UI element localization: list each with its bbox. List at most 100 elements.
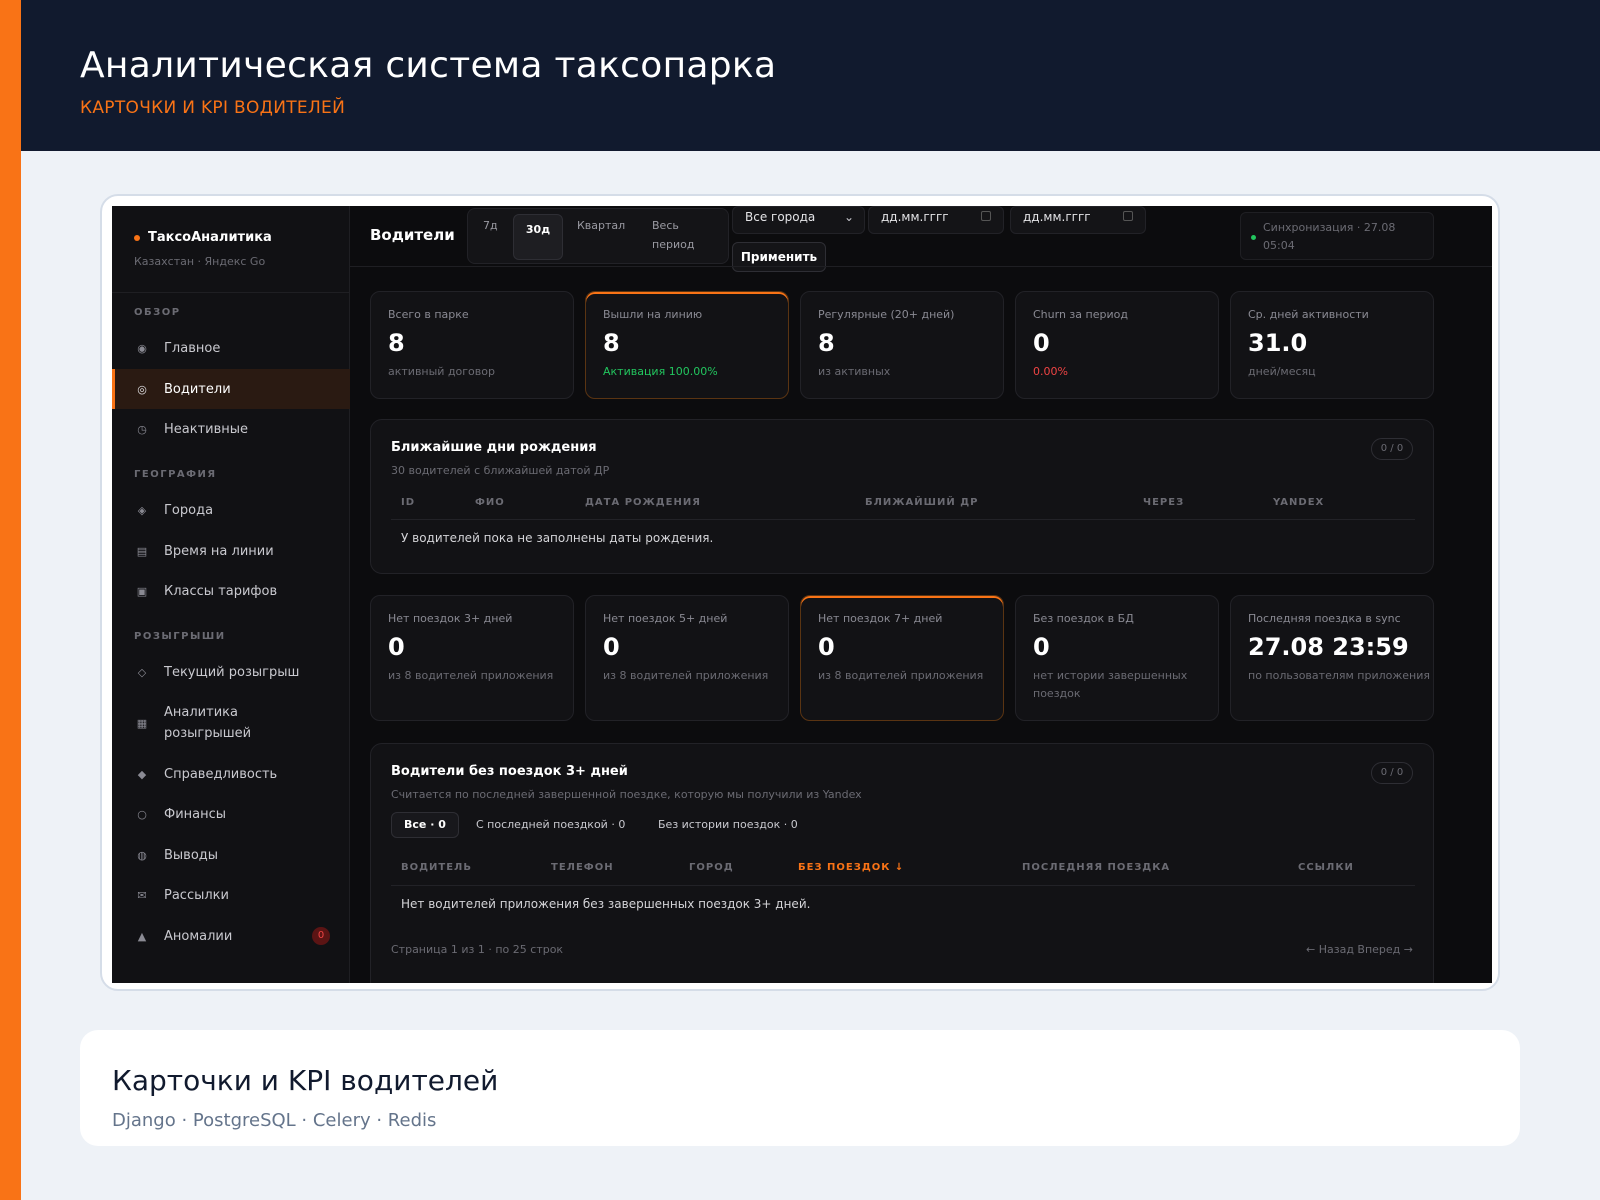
- period-quarter[interactable]: Квартал: [577, 217, 625, 236]
- column-header-days-without-trips[interactable]: БЕЗ ПОЕЗДОК ↓: [798, 862, 904, 873]
- kpi-label: Без поездок в БД: [1033, 612, 1134, 625]
- sidebar-item-label: Справедливость: [164, 766, 278, 782]
- kpi-sub: нет истории завершенных поездок: [1033, 669, 1188, 700]
- filter-with-last-trip[interactable]: С последней поездкой · 0: [476, 812, 625, 838]
- kpi-no-trips-db: Без поездок в БД 0 нет истории завершенн…: [1015, 595, 1219, 721]
- no-trips-panel: Водители без поездок 3+ дней Считается п…: [370, 743, 1434, 983]
- kpi-value: 0: [1033, 633, 1050, 661]
- sidebar-item-mailings[interactable]: ✉ Рассылки: [112, 875, 350, 915]
- brand-dot-icon: [134, 234, 140, 241]
- panel-title: Ближайшие дни рождения: [391, 440, 597, 455]
- kpi-label: Вышли на линию: [603, 308, 703, 321]
- kpi-sub: из 8 водителей приложения: [603, 669, 769, 682]
- accent-bar: [0, 0, 21, 1200]
- label-line-2: розыгрышей: [164, 726, 252, 741]
- sidebar-item-draw-analytics[interactable]: ▦ Аналитика розыгрышей: [112, 700, 350, 748]
- sync-line-1: Синхронизация · 27.08: [1263, 221, 1396, 234]
- sidebar-item-inactive[interactable]: ◷ Неактивные: [112, 409, 350, 449]
- sidebar-item-fairness[interactable]: ◆ Справедливость: [112, 754, 350, 794]
- calendar-icon: [1123, 211, 1133, 221]
- date-from-field[interactable]: дд.мм.гггг: [868, 206, 1004, 234]
- kpi-sub: активный договор: [388, 365, 495, 378]
- sidebar-item-tariffs[interactable]: ▣ Классы тарифов: [112, 571, 350, 611]
- screenshot-frame: ТаксоАналитика Казахстан · Яндекс Go ОБЗ…: [100, 194, 1500, 991]
- sidebar-item-label: Время на линии: [164, 543, 274, 559]
- column-header-last-trip[interactable]: ПОСЛЕДНЯЯ ПОЕЗДКА: [1022, 862, 1170, 873]
- page-title: Водители: [370, 226, 455, 244]
- empty-message: Нет водителей приложения без завершенных…: [401, 897, 811, 911]
- kpi-avg-days: Ср. дней активности 31.0 дней/месяц: [1230, 291, 1434, 399]
- kpi-total: Всего в парке 8 активный договор: [370, 291, 574, 399]
- label-line-1: Аналитика: [164, 705, 238, 721]
- globe-icon: ◍: [137, 848, 147, 862]
- kpi-value: 31.0: [1248, 329, 1308, 357]
- table-header-divider: [391, 519, 1415, 520]
- pagination-nav[interactable]: ← Назад Вперед →: [1306, 943, 1413, 956]
- kpi-label: Нет поездок 7+ дней: [818, 612, 943, 625]
- date-to-field[interactable]: дд.мм.гггг: [1010, 206, 1146, 234]
- kpi-sub: 0.00%: [1033, 365, 1068, 378]
- column-header-city[interactable]: ГОРОД: [689, 862, 734, 873]
- sidebar-item-current-draw[interactable]: ◇ Текущий розыгрыш: [112, 652, 350, 692]
- sidebar-item-label: Выводы: [164, 847, 219, 863]
- kpi-sub: дней/месяц: [1248, 365, 1316, 378]
- sidebar-item-label: Аналитика розыгрышей: [164, 703, 251, 745]
- sidebar-item-online-time[interactable]: ▤ Время на линии: [112, 531, 350, 571]
- filter-no-history[interactable]: Без истории поездок · 0: [658, 812, 798, 838]
- kpi-sub: из 8 водителей приложения: [388, 669, 554, 682]
- sync-status: Синхронизация · 27.08 05:04: [1240, 212, 1434, 260]
- panel-subtitle: 30 водителей с ближайшей датой ДР: [391, 464, 610, 477]
- kpi-value: 8: [603, 329, 620, 357]
- table-header-divider: [391, 885, 1415, 886]
- sidebar-item-home[interactable]: ◉ Главное: [112, 328, 350, 368]
- period-30d[interactable]: 30д: [513, 214, 563, 260]
- brand-subtitle: Казахстан · Яндекс Go: [134, 255, 266, 268]
- kpi-no-trips-5: Нет поездок 5+ дней 0 из 8 водителей при…: [585, 595, 789, 721]
- kpi-sub: Активация 100.00%: [603, 365, 718, 378]
- date-to-value: дд.мм.гггг: [1023, 210, 1091, 224]
- birthdays-panel: Ближайшие дни рождения 30 водителей с бл…: [370, 419, 1434, 574]
- period-switcher: 7д 30д Квартал Весь период: [467, 208, 729, 264]
- kpi-label: Нет поездок 3+ дней: [388, 612, 513, 625]
- kpi-value: 0: [1033, 329, 1050, 357]
- circle-icon: ○: [137, 807, 147, 821]
- sidebar: ТаксоАналитика Казахстан · Яндекс Go ОБЗ…: [112, 206, 350, 983]
- brand[interactable]: ТаксоАналитика: [134, 230, 272, 245]
- clock-icon: ◷: [137, 422, 147, 436]
- column-header-driver[interactable]: ВОДИТЕЛЬ: [401, 862, 472, 873]
- column-header-name[interactable]: ФИО: [475, 497, 505, 508]
- kpi-churn: Churn за период 0 0.00%: [1015, 291, 1219, 399]
- panel-count-badge: 0 / 0: [1371, 438, 1413, 460]
- sidebar-item-label: Неактивные: [164, 421, 249, 437]
- sidebar-item-label: Финансы: [164, 806, 227, 822]
- sidebar-item-withdrawals[interactable]: ◍ Выводы: [112, 835, 350, 875]
- kpi-value: 0: [603, 633, 620, 661]
- panel-title: Водители без поездок 3+ дней: [391, 764, 628, 779]
- kpi-label: Churn за период: [1033, 308, 1128, 321]
- column-header-links[interactable]: ССЫЛКИ: [1298, 862, 1354, 873]
- filter-all[interactable]: Все · 0: [391, 812, 459, 838]
- apply-button[interactable]: Применить: [732, 242, 826, 272]
- sidebar-item-anomalies[interactable]: ▲ Аномалии 0: [112, 916, 350, 956]
- city-select[interactable]: Все города ⌄: [732, 206, 865, 234]
- column-header-yandex[interactable]: YANDEX: [1273, 497, 1324, 508]
- panel-subtitle: Считается по последней завершенной поезд…: [391, 788, 862, 801]
- banner-subtitle: КАРТОЧКИ И KPI ВОДИТЕЛЕЙ: [80, 98, 346, 118]
- sidebar-item-finance[interactable]: ○ Финансы: [112, 794, 350, 834]
- column-header-in[interactable]: ЧЕРЕЗ: [1143, 497, 1184, 508]
- date-from-value: дд.мм.гггг: [881, 210, 949, 224]
- column-header-id[interactable]: ID: [401, 497, 415, 508]
- sidebar-item-drivers[interactable]: ◎ Водители: [112, 369, 350, 409]
- section-geography: ГЕОГРАФИЯ: [134, 469, 217, 480]
- banner: Аналитическая система таксопарка КАРТОЧК…: [21, 0, 1600, 151]
- column-header-next-birthday[interactable]: БЛИЖАЙШИЙ ДР: [865, 497, 978, 508]
- kpi-value: 0: [818, 633, 835, 661]
- sidebar-item-cities[interactable]: ◈ Города: [112, 490, 350, 530]
- chevron-down-icon: ⌄: [843, 210, 854, 224]
- period-all[interactable]: Весь период: [652, 217, 694, 254]
- period-7d[interactable]: 7д: [483, 217, 498, 236]
- column-header-phone[interactable]: ТЕЛЕФОН: [551, 862, 614, 873]
- sidebar-item-label: Текущий розыгрыш: [164, 664, 300, 680]
- column-header-birthdate[interactable]: ДАТА РОЖДЕНИЯ: [585, 497, 701, 508]
- kpi-label: Нет поездок 5+ дней: [603, 612, 728, 625]
